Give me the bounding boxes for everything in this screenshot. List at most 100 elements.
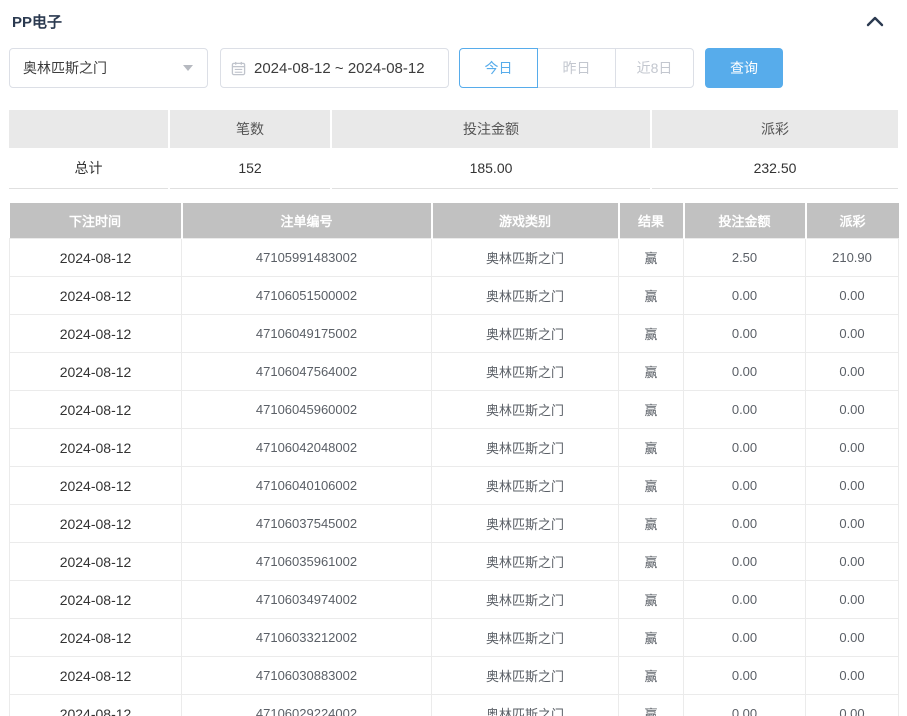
table-row: 2024-08-12 47106049175002 奥林匹斯之门赢 0.00 0.00 — [9, 314, 899, 353]
result-cell: 赢 — [618, 276, 684, 315]
last-8-days-button[interactable]: 近8日 — [615, 48, 694, 88]
game-category-cell: 奥林匹斯之门 — [431, 694, 619, 716]
bet-amount-cell: 0.00 — [683, 694, 806, 716]
result-cell: 赢 — [618, 352, 684, 391]
bet-number-cell: 47106029224002 — [181, 694, 432, 716]
today-button[interactable]: 今日 — [459, 48, 538, 88]
query-button[interactable]: 查询 — [705, 48, 783, 88]
payout-cell: 0.00 — [805, 314, 899, 353]
game-select-value: 奥林匹斯之门 — [23, 60, 107, 76]
payout-cell: 0.00 — [805, 656, 899, 695]
summary-col-blank — [9, 110, 170, 148]
chevron-down-icon — [183, 65, 193, 71]
table-row: 2024-08-12 47105991483002 奥林匹斯之门赢 2.50 210.9… — [9, 238, 899, 277]
records-col-bet-time: 下注时间 — [9, 202, 183, 239]
bet-number-cell: 47106040106002 — [181, 466, 432, 505]
bet-number-cell: 47106030883002 — [181, 656, 432, 695]
bet-amount-cell: 0.00 — [683, 580, 806, 619]
game-category-cell: 奥林匹斯之门 — [431, 656, 619, 695]
records-col-result: 结果 — [618, 202, 685, 239]
summary-col-bet-amount: 投注金额 — [331, 110, 652, 148]
game-category-cell: 奥林匹斯之门 — [431, 618, 619, 657]
bet-time-cell: 2024-08-12 — [9, 428, 182, 467]
summary-total-label: 总计 — [9, 148, 170, 189]
result-cell: 赢 — [618, 466, 684, 505]
table-row: 2024-08-12 47106029224002 奥林匹斯之门赢 0.00 0.00 — [9, 694, 899, 716]
table-row: 2024-08-12 47106047564002 奥林匹斯之门赢 0.00 0.00 — [9, 352, 899, 391]
bet-time-cell: 2024-08-12 — [9, 504, 182, 543]
bet-time-cell: 2024-08-12 — [9, 276, 182, 315]
bet-number-cell: 47106051500002 — [181, 276, 432, 315]
result-cell: 赢 — [618, 314, 684, 353]
payout-cell: 0.00 — [805, 390, 899, 429]
collapse-chevron-up-icon[interactable] — [866, 15, 884, 27]
bet-number-cell: 47106045960002 — [181, 390, 432, 429]
game-category-cell: 奥林匹斯之门 — [431, 504, 619, 543]
records-col-game-category: 游戏类别 — [431, 202, 620, 239]
payout-cell: 0.00 — [805, 428, 899, 467]
bet-amount-cell: 0.00 — [683, 276, 806, 315]
bet-amount-cell: 0.00 — [683, 618, 806, 657]
table-row: 2024-08-12 47106033212002 奥林匹斯之门赢 0.00 0.00 — [9, 618, 899, 657]
bet-time-cell: 2024-08-12 — [9, 314, 182, 353]
game-category-cell: 奥林匹斯之门 — [431, 352, 619, 391]
quick-date-button-group: 今日 昨日 近8日 — [459, 48, 694, 88]
bet-time-cell: 2024-08-12 — [9, 542, 182, 581]
yesterday-button[interactable]: 昨日 — [537, 48, 616, 88]
bet-amount-cell: 0.00 — [683, 656, 806, 695]
result-cell: 赢 — [618, 428, 684, 467]
bet-number-cell: 47106035961002 — [181, 542, 432, 581]
game-category-cell: 奥林匹斯之门 — [431, 466, 619, 505]
bet-amount-cell: 0.00 — [683, 428, 806, 467]
bet-time-cell: 2024-08-12 — [9, 352, 182, 391]
summary-total-row: 总计 152 185.00 232.50 — [9, 148, 898, 189]
bet-amount-cell: 0.00 — [683, 390, 806, 429]
result-cell: 赢 — [618, 390, 684, 429]
game-category-cell: 奥林匹斯之门 — [431, 238, 619, 277]
payout-cell: 0.00 — [805, 694, 899, 716]
bet-number-cell: 47106037545002 — [181, 504, 432, 543]
table-row: 2024-08-12 47106045960002 奥林匹斯之门赢 0.00 0.00 — [9, 390, 899, 429]
table-row: 2024-08-12 47106030883002 奥林匹斯之门赢 0.00 0.00 — [9, 656, 899, 695]
game-select[interactable]: 奥林匹斯之门 — [9, 48, 208, 88]
bet-amount-cell: 0.00 — [683, 314, 806, 353]
date-range-picker[interactable]: 2024-08-12 ~ 2024-08-12 — [220, 48, 449, 88]
records-col-bet-amount: 投注金额 — [683, 202, 807, 239]
page-title: PP电子 — [12, 13, 63, 31]
table-row: 2024-08-12 47106034974002 奥林匹斯之门赢 0.00 0.00 — [9, 580, 899, 619]
result-cell: 赢 — [618, 580, 684, 619]
panel-header: PP电子 — [9, 10, 898, 32]
pp-electronic-report-panel: PP电子 奥林匹斯之门 2024-08-12 ~ 2024-08-12 今日 昨… — [0, 0, 907, 716]
summary-header-row: 笔数 投注金额 派彩 — [9, 110, 898, 148]
calendar-icon — [231, 61, 246, 76]
payout-cell: 0.00 — [805, 504, 899, 543]
payout-cell: 0.00 — [805, 542, 899, 581]
result-cell: 赢 — [618, 542, 684, 581]
table-row: 2024-08-12 47106051500002 奥林匹斯之门赢 0.00 0.00 — [9, 276, 899, 315]
payout-cell: 0.00 — [805, 276, 899, 315]
result-cell: 赢 — [618, 694, 684, 716]
game-category-cell: 奥林匹斯之门 — [431, 580, 619, 619]
bet-amount-cell: 0.00 — [683, 504, 806, 543]
payout-cell: 0.00 — [805, 580, 899, 619]
game-category-cell: 奥林匹斯之门 — [431, 314, 619, 353]
summary-total-bet-amount: 185.00 — [331, 148, 652, 189]
bet-number-cell: 47106042048002 — [181, 428, 432, 467]
result-cell: 赢 — [618, 656, 684, 695]
records-col-bet-number: 注单编号 — [181, 202, 433, 239]
result-cell: 赢 — [618, 238, 684, 277]
bet-time-cell: 2024-08-12 — [9, 238, 182, 277]
bet-number-cell: 47106049175002 — [181, 314, 432, 353]
table-row: 2024-08-12 47106035961002 奥林匹斯之门赢 0.00 0.00 — [9, 542, 899, 581]
bet-number-cell: 47105991483002 — [181, 238, 432, 277]
summary-col-count: 笔数 — [169, 110, 332, 148]
game-category-cell: 奥林匹斯之门 — [431, 276, 619, 315]
bet-amount-cell: 0.00 — [683, 542, 806, 581]
date-range-value: 2024-08-12 ~ 2024-08-12 — [254, 59, 425, 77]
table-row: 2024-08-12 47106040106002 奥林匹斯之门赢 0.00 0.00 — [9, 466, 899, 505]
bet-time-cell: 2024-08-12 — [9, 618, 182, 657]
summary-total-count: 152 — [169, 148, 332, 189]
table-row: 2024-08-12 47106037545002 奥林匹斯之门赢 0.00 0.00 — [9, 504, 899, 543]
bet-time-cell: 2024-08-12 — [9, 580, 182, 619]
bet-number-cell: 47106034974002 — [181, 580, 432, 619]
